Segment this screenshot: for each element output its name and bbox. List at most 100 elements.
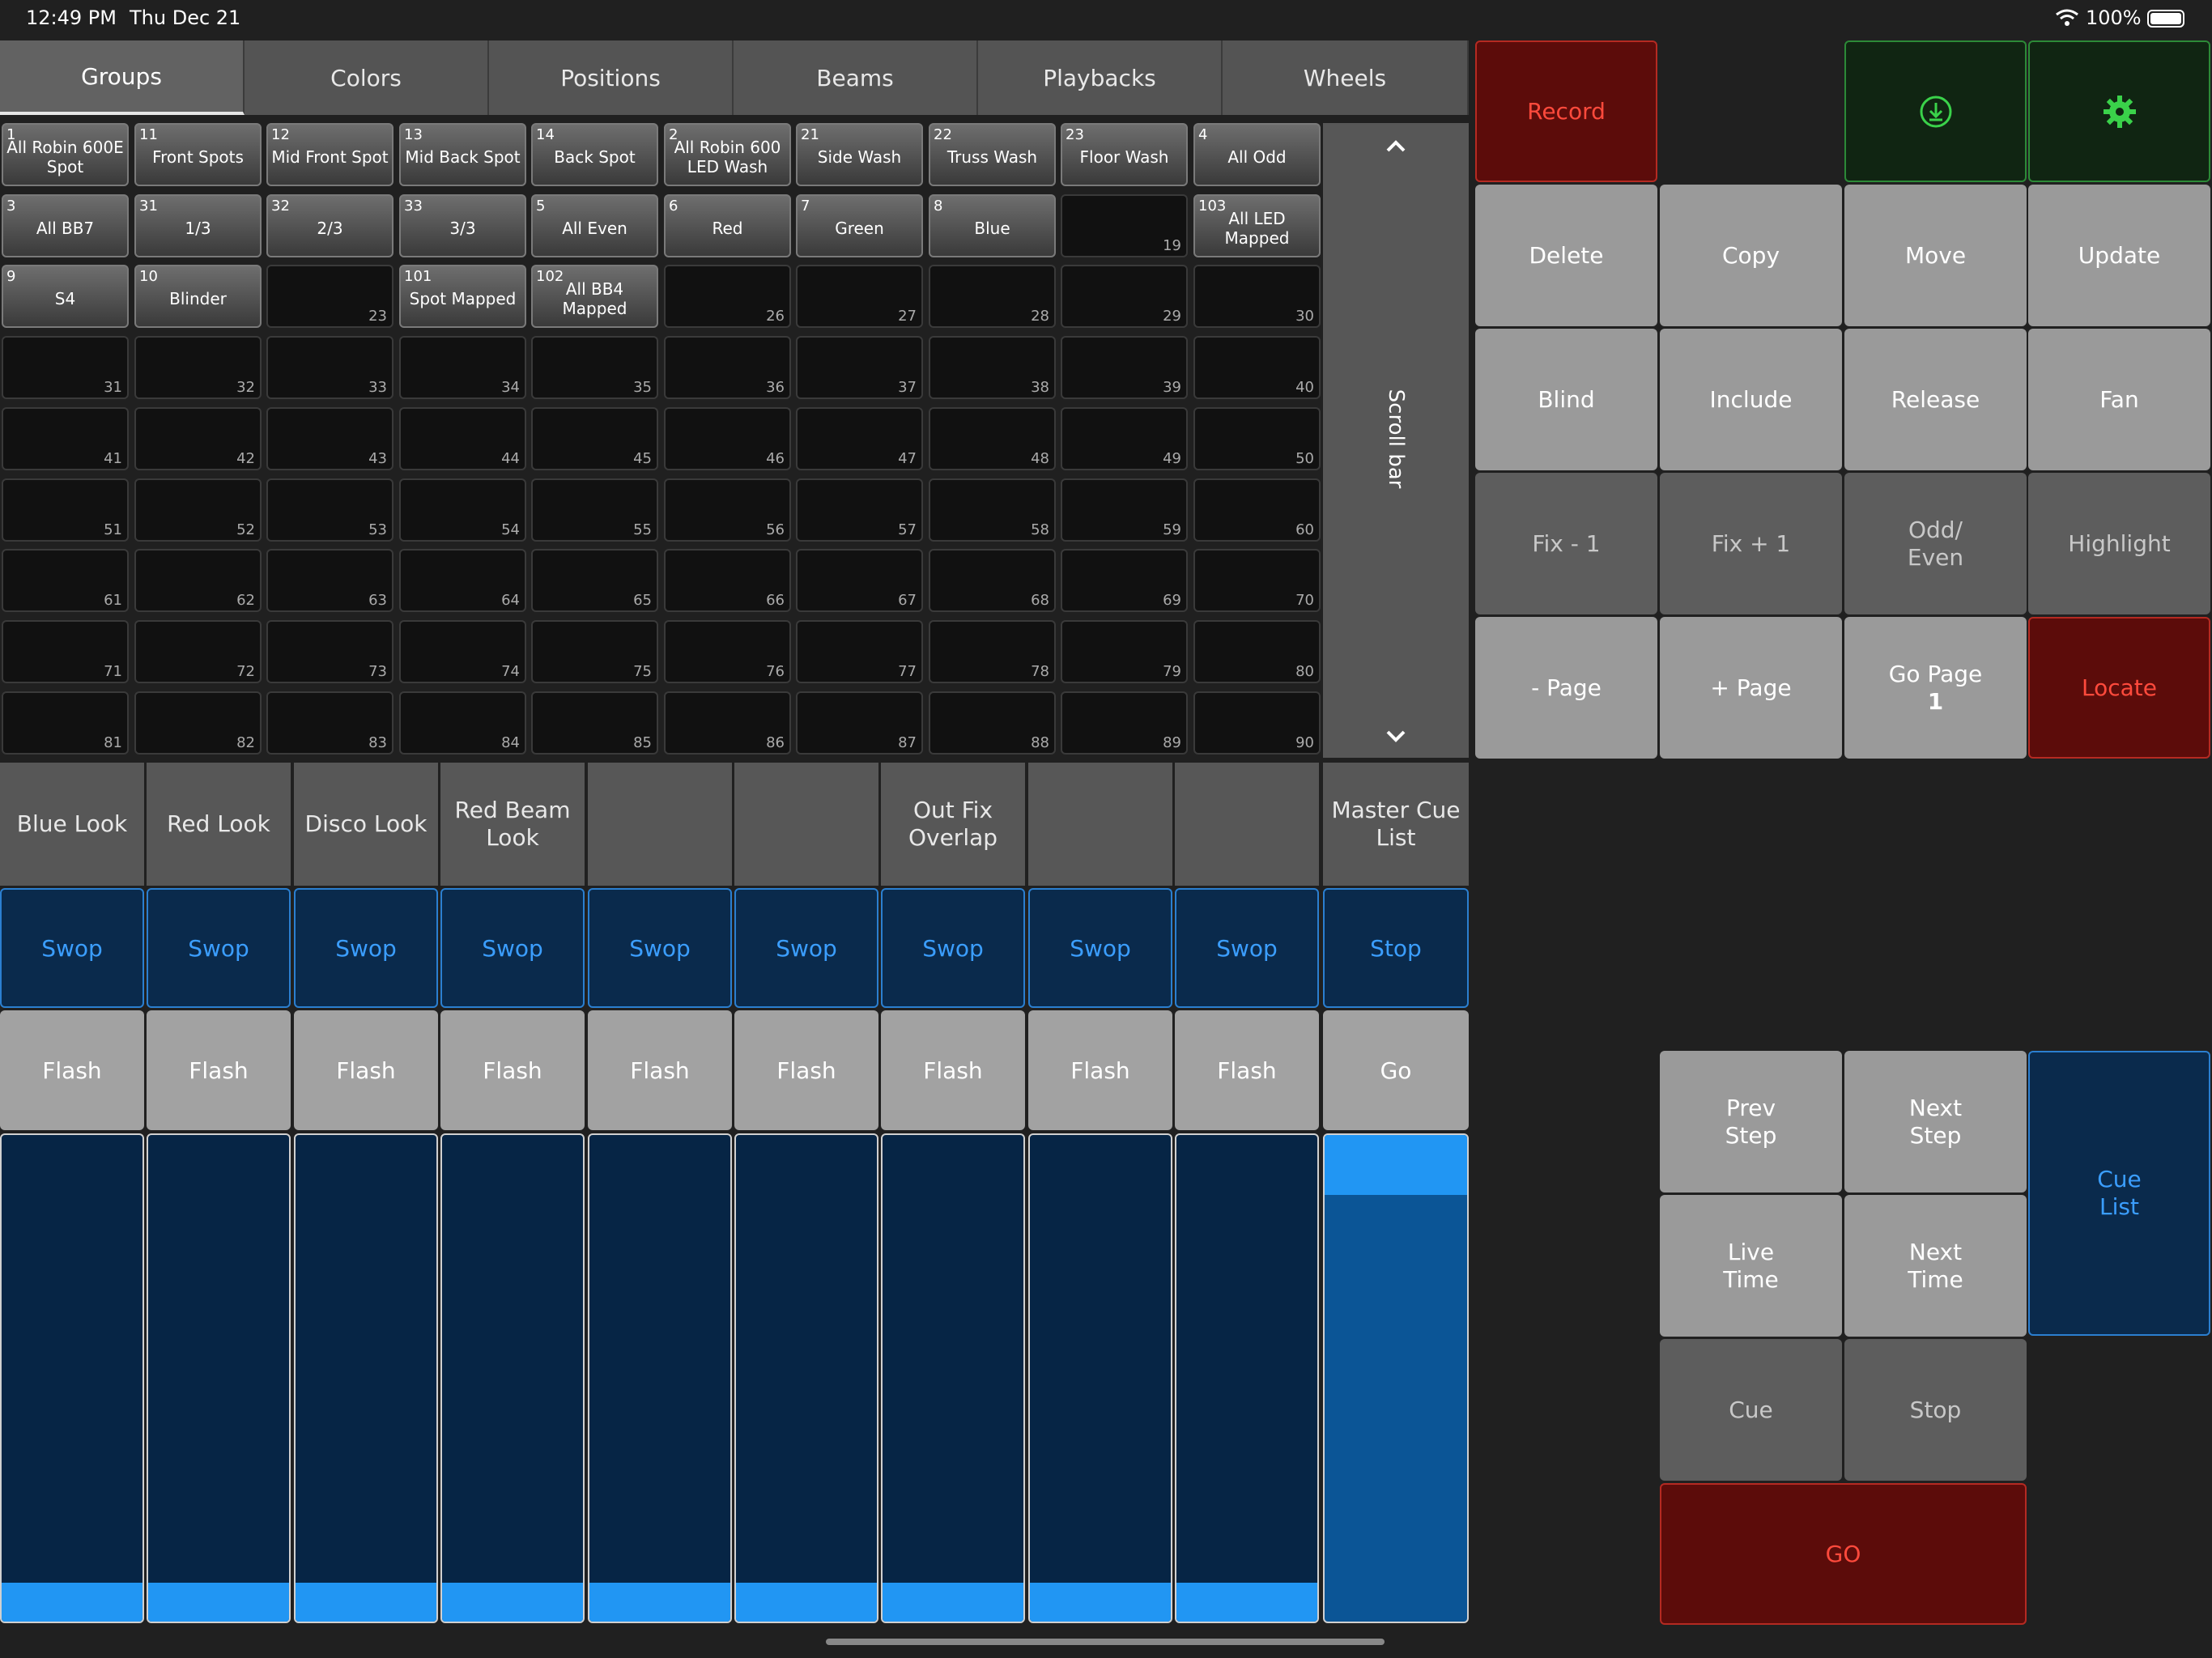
group-cell[interactable]: 31 1/3 [134,194,262,257]
flash-button[interactable]: Flash [1028,1010,1172,1130]
chevron-up-icon[interactable] [1383,134,1409,157]
master-fader[interactable] [1323,1133,1469,1623]
live-time-button[interactable]: Live Time [1660,1195,1842,1337]
group-cell[interactable]: 33 [266,336,393,399]
group-cell[interactable]: 59 [1061,478,1188,542]
group-cell[interactable]: 83 [266,691,393,755]
playback-fader[interactable] [734,1133,878,1623]
group-cell[interactable]: 72 [134,620,262,683]
flash-button[interactable]: Flash [1175,1010,1319,1130]
update-button[interactable]: Update [2028,185,2210,326]
group-cell[interactable]: 31 [2,336,129,399]
group-cell[interactable]: 27 [796,265,923,328]
next-time-button[interactable]: Next Time [1844,1195,2027,1337]
flash-button[interactable]: Flash [294,1010,438,1130]
prev-step-button[interactable]: Prev Step [1660,1051,1842,1192]
group-cell[interactable]: 87 [796,691,923,755]
group-cell[interactable]: 51 [2,478,129,542]
group-cell[interactable]: 68 [929,549,1056,612]
group-cell[interactable]: 74 [399,620,526,683]
release-button[interactable]: Release [1844,329,2027,470]
group-cell[interactable]: 38 [929,336,1056,399]
playback-fader[interactable] [294,1133,438,1623]
group-cell[interactable]: 1 All Robin 600E Spot [2,123,129,186]
group-cell[interactable]: 41 [2,407,129,470]
copy-button[interactable]: Copy [1660,185,1842,326]
group-cell[interactable]: 65 [531,549,658,612]
swop-button[interactable]: Swop [588,888,732,1008]
swop-button[interactable]: Swop [1028,888,1172,1008]
group-cell[interactable]: 85 [531,691,658,755]
tab-playbacks[interactable]: Playbacks [978,40,1223,115]
group-cell[interactable]: 6 Red [664,194,791,257]
group-cell[interactable]: 82 [134,691,262,755]
group-cell[interactable]: 13 Mid Back Spot [399,123,526,186]
group-cell[interactable]: 8 Blue [929,194,1056,257]
group-cell[interactable]: 84 [399,691,526,755]
group-cell[interactable]: 62 [134,549,262,612]
tab-beams[interactable]: Beams [734,40,978,115]
group-cell[interactable]: 3 All BB7 [2,194,129,257]
group-cell[interactable]: 32 2/3 [266,194,393,257]
locate-button[interactable]: Locate [2028,617,2210,759]
group-cell[interactable]: 75 [531,620,658,683]
group-cell[interactable]: 78 [929,620,1056,683]
swop-button[interactable]: Swop [294,888,438,1008]
playback-fader[interactable] [1028,1133,1172,1623]
group-cell[interactable]: 34 [399,336,526,399]
settings-button[interactable] [2028,40,2210,182]
playback-fader[interactable] [1175,1133,1319,1623]
page-minus-button[interactable]: - Page [1475,617,1657,759]
group-cell[interactable]: 88 [929,691,1056,755]
group-cell[interactable]: 11 Front Spots [134,123,262,186]
group-cell[interactable]: 69 [1061,549,1188,612]
group-cell[interactable]: 53 [266,478,393,542]
master-fader-handle[interactable] [1325,1135,1467,1195]
group-cell[interactable]: 50 [1193,407,1321,470]
group-cell[interactable]: 30 [1193,265,1321,328]
group-cell[interactable]: 86 [664,691,791,755]
group-cell[interactable]: 4 All Odd [1193,123,1321,186]
group-cell[interactable]: 58 [929,478,1056,542]
group-cell[interactable]: 39 [1061,336,1188,399]
group-cell[interactable]: 9 S4 [2,265,129,328]
flash-button[interactable]: Flash [734,1010,878,1130]
group-cell[interactable]: 26 [664,265,791,328]
group-cell[interactable]: 60 [1193,478,1321,542]
group-cell[interactable]: 56 [664,478,791,542]
group-cell[interactable]: 32 [134,336,262,399]
group-cell[interactable]: 70 [1193,549,1321,612]
tab-positions[interactable]: Positions [489,40,734,115]
group-cell[interactable]: 55 [531,478,658,542]
group-cell[interactable]: 5 All Even [531,194,658,257]
group-cell[interactable]: 81 [2,691,129,755]
group-cell[interactable]: 67 [796,549,923,612]
master-stop-button[interactable]: Stop [1323,888,1469,1008]
group-cell[interactable]: 101 Spot Mapped [399,265,526,328]
page-plus-button[interactable]: + Page [1660,617,1842,759]
group-cell[interactable]: 12 Mid Front Spot [266,123,393,186]
playback-fader[interactable] [0,1133,144,1623]
group-cell[interactable]: 102 All BB4 Mapped [531,265,658,328]
group-cell[interactable]: 57 [796,478,923,542]
tab-colors[interactable]: Colors [245,40,489,115]
group-cell[interactable]: 36 [664,336,791,399]
group-cell[interactable]: 29 [1061,265,1188,328]
move-button[interactable]: Move [1844,185,2027,326]
go-button[interactable]: GO [1660,1483,2027,1625]
playback-fader[interactable] [881,1133,1025,1623]
group-cell[interactable]: 76 [664,620,791,683]
group-cell[interactable]: 23 Floor Wash [1061,123,1188,186]
chevron-down-icon[interactable] [1383,725,1409,748]
cue-list-button[interactable]: Cue List [2028,1051,2210,1336]
group-cell[interactable]: 61 [2,549,129,612]
group-cell[interactable]: 14 Back Spot [531,123,658,186]
swop-button[interactable]: Swop [1175,888,1319,1008]
flash-button[interactable]: Flash [440,1010,585,1130]
fix-plus-button[interactable]: Fix + 1 [1660,473,1842,614]
group-cell[interactable]: 45 [531,407,658,470]
group-cell[interactable]: 54 [399,478,526,542]
swop-button[interactable]: Swop [881,888,1025,1008]
group-cell[interactable]: 43 [266,407,393,470]
flash-button[interactable]: Flash [147,1010,291,1130]
